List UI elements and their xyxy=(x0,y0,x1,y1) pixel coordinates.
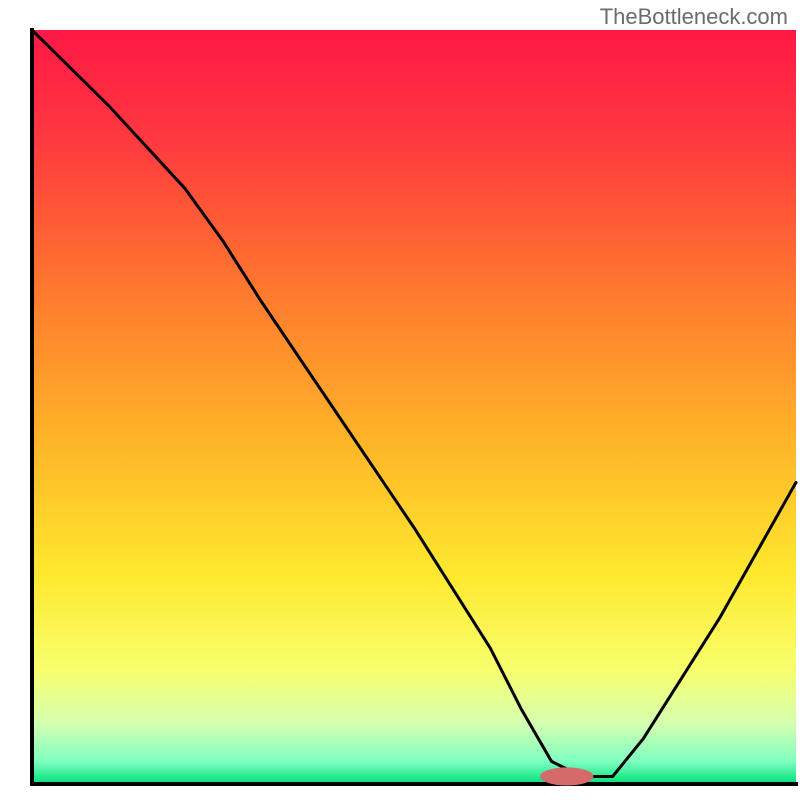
chart-container: TheBottleneck.com xyxy=(0,0,800,800)
gradient-background xyxy=(32,30,796,784)
bottleneck-chart xyxy=(0,0,800,800)
watermark-text: TheBottleneck.com xyxy=(600,4,788,30)
optimal-marker xyxy=(540,767,593,785)
